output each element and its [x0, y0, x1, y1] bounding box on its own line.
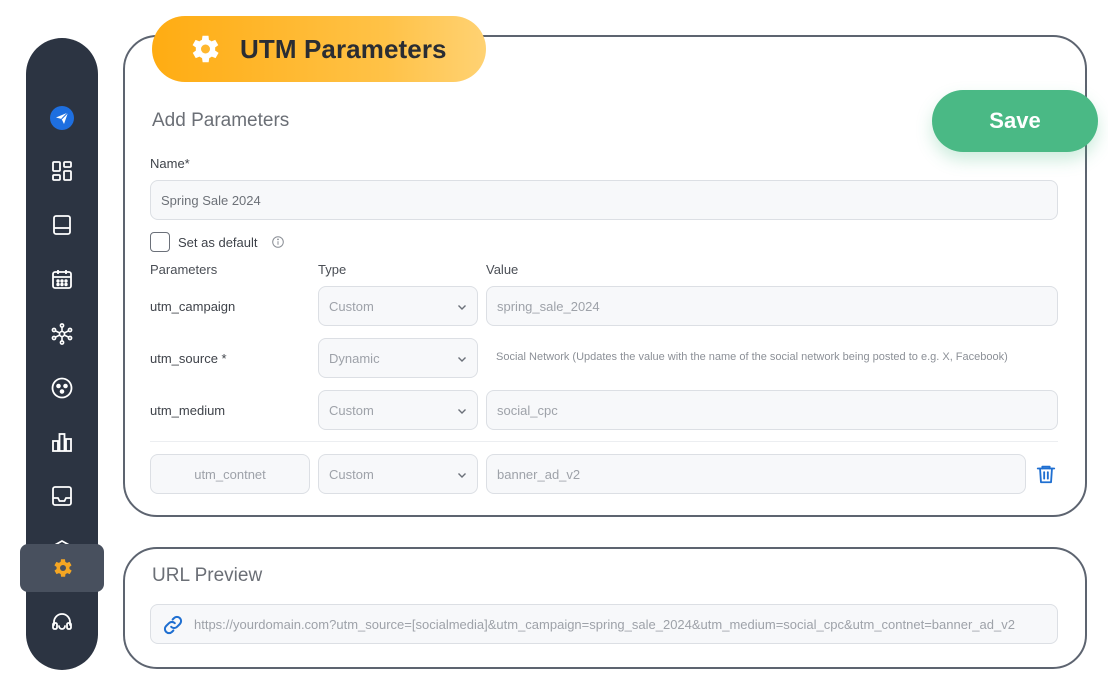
- sidebar-item-inbox[interactable]: [26, 472, 98, 520]
- headset-icon: [52, 613, 72, 630]
- type-select-utm-medium[interactable]: Custom: [318, 390, 478, 430]
- set-default-checkbox[interactable]: [150, 232, 170, 252]
- dashboard-grid-icon: [52, 161, 72, 181]
- dynamic-value-hint: Social Network (Updates the value with t…: [496, 351, 1008, 363]
- gear-icon: [192, 35, 219, 63]
- row-divider: [150, 441, 1058, 442]
- page-title: UTM Parameters: [240, 34, 447, 64]
- type-select-custom[interactable]: Custom: [318, 454, 478, 494]
- type-column-header: Type: [318, 262, 347, 277]
- sidebar-item-network[interactable]: [26, 310, 98, 358]
- page-title-badge: UTM Parameters: [152, 16, 486, 82]
- type-select-value: Custom: [329, 298, 374, 314]
- custom-param-name-input[interactable]: utm_contnet: [150, 454, 310, 494]
- link-icon: [163, 615, 183, 635]
- type-select-utm-campaign[interactable]: Custom: [318, 286, 478, 326]
- chevron-down-icon: [458, 357, 466, 362]
- sidebar-item-engagement[interactable]: [26, 364, 98, 412]
- sidebar-item-settings[interactable]: [20, 544, 104, 592]
- emoji-circle-icon: [51, 377, 73, 399]
- type-select-utm-source[interactable]: Dynamic: [318, 338, 478, 378]
- set-default-label: Set as default: [178, 235, 258, 250]
- sidebar-item-library[interactable]: [26, 201, 98, 249]
- value-input-utm-medium[interactable]: social_cpc: [486, 390, 1058, 430]
- type-select-value: Dynamic: [329, 350, 380, 366]
- param-label-utm-campaign: utm_campaign: [150, 299, 236, 314]
- url-preview-text: https://yourdomain.com?utm_source=[socia…: [194, 617, 1015, 632]
- inbox-tray-icon: [52, 486, 72, 506]
- chevron-down-icon: [458, 473, 466, 478]
- sidebar-item-dashboard[interactable]: [26, 147, 98, 195]
- url-preview-field[interactable]: https://yourdomain.com?utm_source=[socia…: [150, 604, 1058, 644]
- type-select-value: Custom: [329, 466, 374, 482]
- chevron-down-icon: [458, 409, 466, 414]
- paper-plane-icon: [50, 106, 74, 130]
- name-input[interactable]: Spring Sale 2024: [150, 180, 1058, 220]
- type-select-value: Custom: [329, 402, 374, 418]
- sidebar: [20, 38, 104, 670]
- add-parameters-heading: Add Parameters: [152, 110, 290, 131]
- bar-chart-icon: [52, 433, 72, 452]
- calendar-icon: [52, 270, 72, 289]
- url-preview-heading: URL Preview: [152, 565, 263, 586]
- sidebar-item-calendar[interactable]: [26, 255, 98, 303]
- save-button[interactable]: Save: [932, 90, 1098, 152]
- chevron-down-icon: [458, 305, 466, 310]
- value-input-custom[interactable]: banner_ad_v2: [486, 454, 1026, 494]
- sidebar-item-analytics[interactable]: [26, 418, 98, 466]
- parameters-column-header: Parameters: [150, 262, 218, 277]
- name-label: Name*: [150, 156, 190, 171]
- info-icon[interactable]: [272, 236, 284, 248]
- book-icon: [53, 215, 71, 235]
- sidebar-item-support[interactable]: [26, 598, 98, 646]
- trash-icon[interactable]: [1035, 463, 1057, 485]
- param-label-utm-source: utm_source *: [150, 351, 227, 366]
- sidebar-item-send[interactable]: [26, 94, 98, 142]
- value-input-utm-campaign[interactable]: spring_sale_2024: [486, 286, 1058, 326]
- param-label-utm-medium: utm_medium: [150, 403, 226, 418]
- gear-icon: [54, 559, 72, 577]
- value-column-header: Value: [486, 262, 519, 277]
- network-icon: [51, 323, 73, 345]
